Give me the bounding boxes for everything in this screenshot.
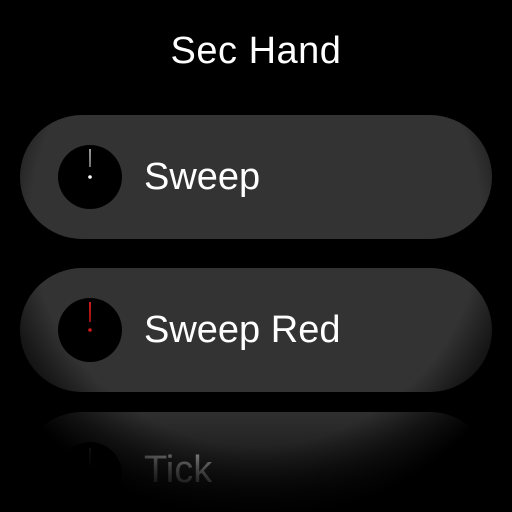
option-label: Tick bbox=[144, 449, 213, 491]
red-second-hand-icon bbox=[58, 298, 122, 362]
option-sweep-red[interactable]: Sweep Red bbox=[20, 268, 492, 392]
option-sweep[interactable]: Sweep bbox=[20, 115, 492, 239]
tick-second-hand-icon bbox=[58, 442, 122, 506]
watch-screen: Sec Hand Sweep Sweep Red Tick bbox=[0, 0, 512, 512]
option-label: Sweep bbox=[144, 156, 261, 198]
white-second-hand-icon bbox=[58, 145, 122, 209]
screen-title: Sec Hand bbox=[170, 30, 342, 72]
option-label: Sweep Red bbox=[144, 309, 341, 351]
option-tick[interactable]: Tick bbox=[20, 412, 492, 512]
